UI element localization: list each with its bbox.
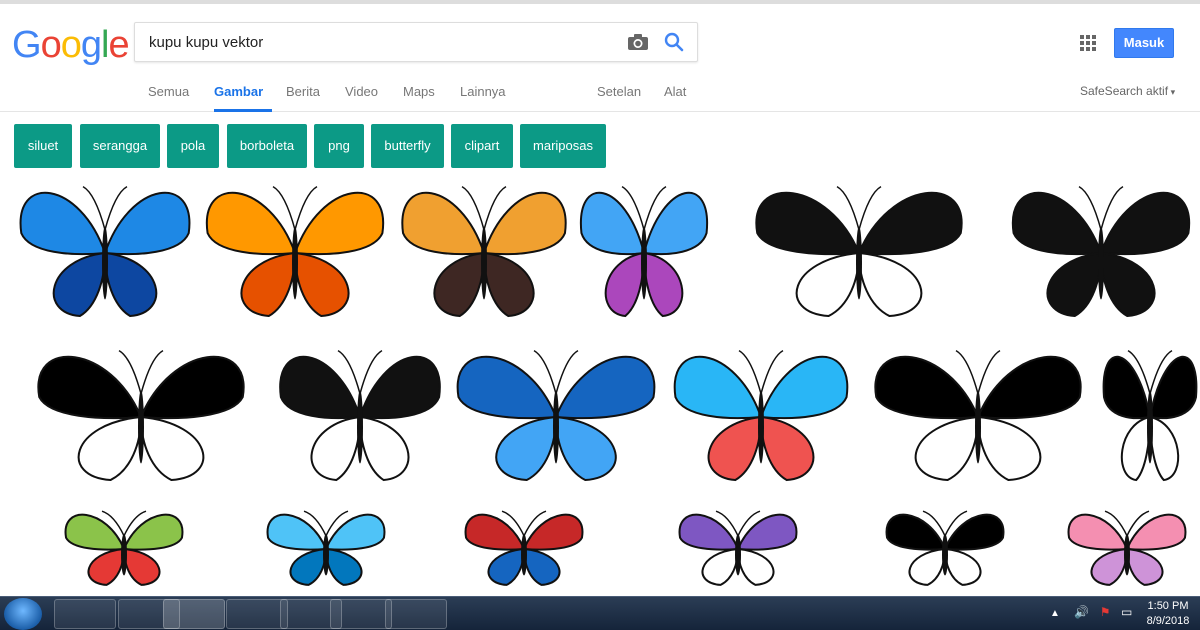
- butterfly-image: [1102, 349, 1198, 482]
- clock-date: 8/9/2018: [1146, 615, 1190, 627]
- logo-letter: o: [40, 24, 62, 66]
- image-result-rainbow-butterfly[interactable]: [14, 504, 234, 594]
- search-tabs: Semua Gambar Berita Video Maps Lainnya S…: [0, 84, 1200, 112]
- tab-berita[interactable]: Berita: [286, 84, 320, 112]
- signin-button[interactable]: Masuk: [1114, 28, 1174, 58]
- image-result-orange-butterfly[interactable]: [200, 174, 390, 332]
- butterfly-image: [64, 510, 184, 586]
- image-result-butterfly-silhouettes[interactable]: [1006, 174, 1196, 332]
- image-result-small-sketch-butterfly[interactable]: [1100, 338, 1200, 496]
- butterfly-image: [205, 185, 385, 318]
- butterfly-image: [456, 349, 656, 482]
- butterfly-image: [266, 510, 386, 586]
- paint-app-icon[interactable]: [330, 599, 392, 629]
- search-icon[interactable]: [663, 31, 685, 53]
- image-result-light-blue-butterfly[interactable]: [238, 504, 414, 594]
- volume-icon[interactable]: 🔊: [1074, 605, 1089, 619]
- chip-siluet[interactable]: siluet: [14, 124, 72, 168]
- apps-grid-icon[interactable]: [1080, 35, 1096, 51]
- camera-icon[interactable]: [627, 33, 649, 51]
- butterfly-image: [673, 349, 849, 482]
- butterfly-image: [1067, 510, 1187, 586]
- logo-letter: e: [108, 24, 129, 66]
- chip-serangga[interactable]: serangga: [80, 124, 160, 168]
- safesearch-toggle[interactable]: SafeSearch aktif ▾: [1080, 84, 1175, 98]
- chrome-icon[interactable]: [163, 599, 225, 629]
- image-result-black-butterfly[interactable]: [14, 338, 268, 496]
- image-result-tribal-blue-butterfly[interactable]: [450, 338, 662, 496]
- logo-letter: g: [80, 24, 102, 66]
- google-logo[interactable]: Google: [12, 24, 130, 67]
- butterfly-image: [279, 349, 441, 482]
- search-input[interactable]: kupu kupu vektor: [149, 34, 263, 51]
- safesearch-label: SafeSearch aktif: [1080, 84, 1169, 98]
- image-result-colorful-butterflies-grid[interactable]: [668, 338, 854, 496]
- flag-icon[interactable]: ⚑: [1100, 605, 1111, 619]
- tab-gambar[interactable]: Gambar: [214, 84, 272, 112]
- image-result-red-blue-butterfly[interactable]: [418, 504, 630, 594]
- butterfly-image: [755, 185, 963, 318]
- chip-butterfly[interactable]: butterfly: [371, 124, 444, 168]
- image-result-monarch-butterfly[interactable]: [396, 174, 572, 332]
- show-hidden-icons-icon[interactable]: ▲: [1050, 608, 1060, 619]
- butterfly-image: [885, 510, 1005, 586]
- chip-mariposas[interactable]: mariposas: [520, 124, 606, 168]
- tab-semua[interactable]: Semua: [148, 84, 189, 112]
- system-tray: ▲ 🔊 ⚑ ▭: [1050, 603, 1132, 621]
- tab-video[interactable]: Video: [345, 84, 378, 112]
- butterfly-image: [37, 349, 245, 482]
- chip-borboleta[interactable]: borboleta: [227, 124, 307, 168]
- image-result-silhouette-vector-pack[interactable]: [274, 338, 446, 496]
- image-result-colorful-butterflies-set[interactable]: [576, 174, 712, 332]
- butterfly-image: [579, 185, 709, 318]
- tab-alat[interactable]: Alat: [664, 84, 686, 112]
- butterfly-image: [401, 185, 567, 318]
- butterfly-image: [874, 349, 1082, 482]
- dropdown-arrow-icon: ▾: [1168, 87, 1176, 97]
- image-result-blue-butterfly[interactable]: [14, 174, 196, 332]
- butterfly-image: [1011, 185, 1191, 318]
- image-results-grid: [0, 174, 1200, 594]
- windows-taskbar: ▲ 🔊 ⚑ ▭ 1:50 PM 8/9/2018: [0, 596, 1200, 630]
- butterfly-image: [678, 510, 798, 586]
- logo-letter: G: [12, 24, 42, 66]
- clock-time: 1:50 PM: [1147, 600, 1189, 612]
- tab-maps[interactable]: Maps: [403, 84, 435, 112]
- chip-png[interactable]: png: [314, 124, 364, 168]
- sublime-app-icon[interactable]: [385, 599, 447, 629]
- tab-setelan[interactable]: Setelan: [597, 84, 641, 112]
- image-result-pink-butterfly[interactable]: [1054, 504, 1200, 594]
- chip-pola[interactable]: pola: [167, 124, 219, 168]
- file-explorer-icon[interactable]: [54, 599, 116, 629]
- taskbar-clock[interactable]: 1:50 PM 8/9/2018: [1140, 599, 1196, 629]
- logo-letter: o: [60, 24, 82, 66]
- media-player-icon[interactable]: [226, 599, 288, 629]
- start-button[interactable]: [4, 598, 42, 630]
- image-result-outline-butterfly-2[interactable]: [840, 504, 1050, 594]
- image-result-black-white-butterfly[interactable]: [716, 174, 1002, 332]
- network-icon[interactable]: ▭: [1121, 605, 1132, 619]
- chip-clipart[interactable]: clipart: [451, 124, 513, 168]
- butterfly-image: [19, 185, 191, 318]
- image-result-outline-butterfly[interactable]: [860, 338, 1096, 496]
- tab-lainnya[interactable]: Lainnya: [460, 84, 506, 112]
- search-box[interactable]: kupu kupu vektor: [134, 22, 698, 62]
- header: Google kupu kupu vektor Masuk Semua Gamb…: [0, 4, 1200, 112]
- butterfly-image: [464, 510, 584, 586]
- image-result-purple-ornate-butterfly[interactable]: [640, 504, 836, 594]
